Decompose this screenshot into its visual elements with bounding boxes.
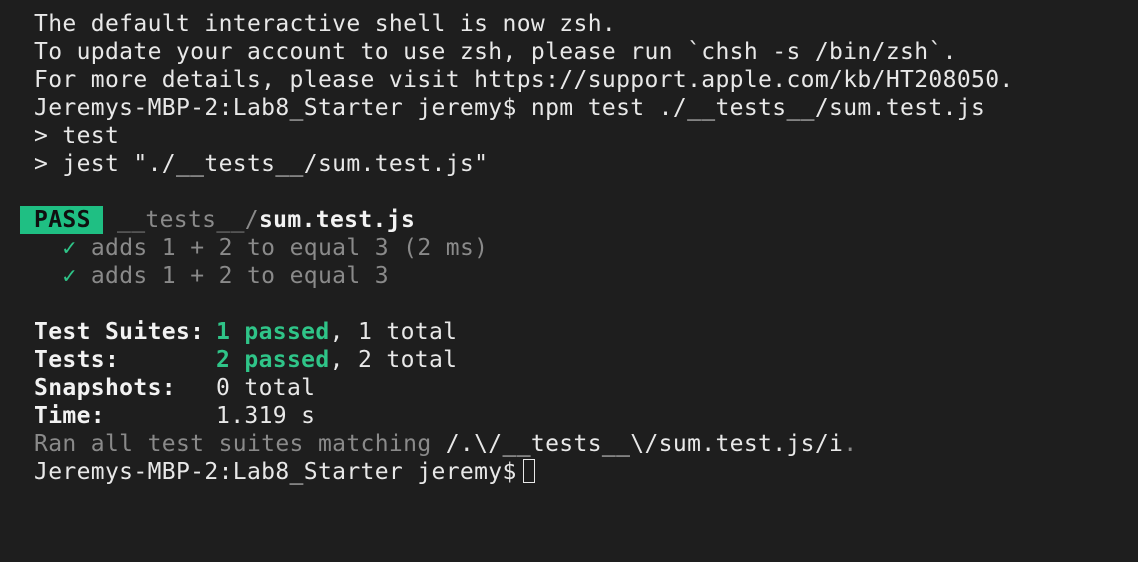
snapshots-label: Snapshots: [34, 375, 176, 401]
summary-snapshots: Snapshots: 0 total [34, 374, 1138, 402]
banner-line-3: For more details, please visit https://s… [34, 67, 1014, 93]
time-label: Time: [34, 403, 105, 429]
checkmark-icon: ✓ [62, 235, 77, 261]
test-case: ✓ adds 1 + 2 to equal 3 (2 ms) [34, 234, 1138, 262]
test-case-name: adds 1 + 2 to equal 3 (2 ms) [90, 235, 489, 261]
test-case: ✓ adds 1 + 2 to equal 3 [34, 262, 1138, 290]
shell-prompt: Jeremys-MBP-2:Lab8_Starter jeremy$ [34, 459, 517, 485]
banner-line-2: To update your account to use zsh, pleas… [34, 39, 957, 65]
npm-script-command: > jest "./__tests__/sum.test.js" [34, 151, 489, 177]
npm-script-name: > test [34, 123, 120, 149]
summary-tests: Tests: 2 passed, 2 total [34, 346, 1138, 374]
tests-total: , 2 total [329, 347, 458, 373]
tests-passed: 2 passed [216, 347, 330, 373]
command-line: Jeremys-MBP-2:Lab8_Starter jeremy$ npm t… [34, 95, 986, 121]
snapshots-value: 0 total [216, 375, 316, 401]
cursor-block[interactable] [522, 459, 535, 483]
test-result-line: PASS __tests__/sum.test.js [20, 206, 1138, 234]
suites-label: Test Suites: [34, 319, 205, 345]
pass-badge: PASS [20, 206, 103, 234]
summary-time: Time: 1.319 s [34, 402, 1138, 430]
ran-end: . [843, 431, 858, 457]
suites-passed: 1 passed [216, 319, 330, 345]
terminal-window[interactable]: The default interactive shell is now zsh… [0, 0, 1138, 562]
ran-pattern: /.\/__tests__\/sum.test.js/i [445, 431, 844, 457]
test-case-name: adds 1 + 2 to equal 3 [90, 263, 389, 289]
suites-total: , 1 total [329, 319, 458, 345]
ran-text: Ran all test suites matching [34, 431, 446, 457]
ran-all-line: Ran all test suites matching /.\/__tests… [34, 430, 1138, 458]
test-file-dir: __tests__/ [117, 207, 259, 233]
banner-line-1: The default interactive shell is now zsh… [34, 11, 617, 37]
prompt-line[interactable]: Jeremys-MBP-2:Lab8_Starter jeremy$ [34, 458, 1138, 486]
test-file-name: sum.test.js [258, 207, 416, 233]
checkmark-icon: ✓ [62, 263, 77, 289]
time-value: 1.319 s [216, 403, 316, 429]
summary-suites: Test Suites: 1 passed, 1 total [34, 318, 1138, 346]
tests-label: Tests: [34, 347, 120, 373]
